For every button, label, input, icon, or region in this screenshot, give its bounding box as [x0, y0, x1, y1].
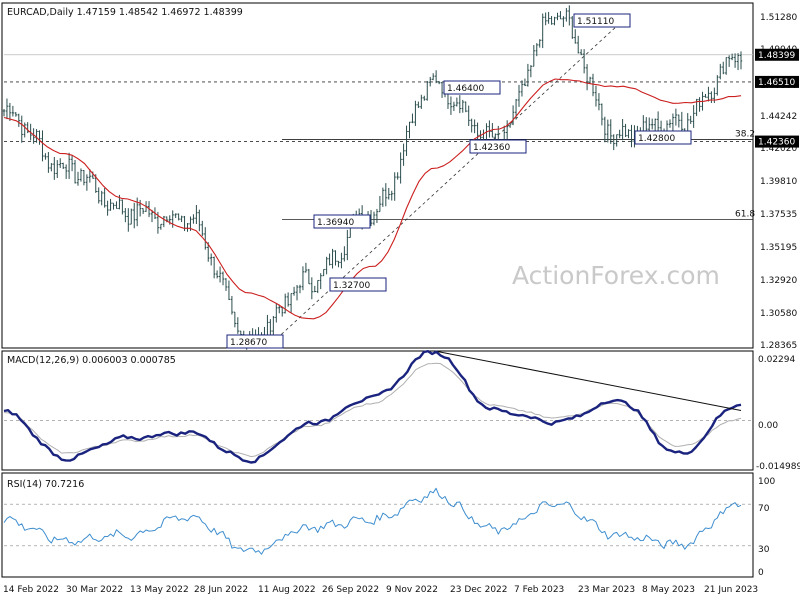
watermark: ActionForex.com [512, 261, 720, 290]
price-y-tick: 1.39810 [760, 177, 797, 187]
price-y-tick: 1.35195 [760, 243, 797, 253]
macd-y-tick: -0.014989 [756, 462, 800, 472]
rsi-y-tick: 0 [758, 568, 764, 578]
annotation-label: 1.28670 [230, 338, 267, 348]
fib-label: 38.2 [735, 129, 755, 139]
level-price-label: 1.42360 [758, 138, 795, 148]
rsi-y-tick: 100 [758, 477, 775, 487]
x-tick: 28 Jun 2022 [194, 585, 248, 595]
annotation-label: 1.42360 [473, 143, 510, 153]
x-tick: 30 Mar 2022 [66, 585, 123, 595]
level-price-label: 1.46510 [758, 78, 795, 88]
x-tick: 23 Dec 2022 [450, 585, 508, 595]
price-y-tick: 1.44242 [760, 112, 797, 122]
chart-window: ActionForex.com EURCAD,Daily 1.47159 1.4… [0, 0, 800, 600]
fib-label: 61.8 [735, 209, 755, 219]
current-price-label: 1.48399 [758, 51, 795, 61]
annotation-label: 1.32700 [333, 281, 370, 291]
x-tick: 8 May 2023 [642, 585, 695, 595]
x-tick: 26 Sep 2022 [322, 585, 379, 595]
rsi-y-tick: 70 [758, 504, 770, 514]
x-tick: 11 Aug 2022 [258, 585, 316, 595]
x-tick: 14 Feb 2022 [3, 585, 59, 595]
annotation-label: 1.42800 [638, 134, 675, 144]
price-y-tick: 1.32920 [760, 276, 797, 286]
annotation-label: 1.36940 [317, 218, 354, 228]
price-y-tick: 1.37535 [760, 210, 797, 220]
rsi-header: RSI(14) 70.7216 [7, 479, 84, 490]
x-tick: 23 Mar 2023 [578, 585, 635, 595]
rsi-y-tick: 30 [758, 545, 770, 555]
price-header: EURCAD,Daily 1.47159 1.48542 1.46972 1.4… [7, 7, 243, 18]
x-tick: 21 Jun 2023 [704, 585, 758, 595]
price-y-tick: 1.51280 [760, 13, 797, 23]
price-y-tick: 1.28365 [760, 341, 797, 351]
x-tick: 9 Nov 2022 [386, 585, 438, 595]
annotation-label: 1.46400 [447, 84, 484, 94]
x-tick: 7 Feb 2023 [514, 585, 564, 595]
macd-header: MACD(12,26,9) 0.006003 0.000785 [7, 355, 176, 366]
chart-svg: ActionForex.com EURCAD,Daily 1.47159 1.4… [0, 0, 800, 600]
price-y-tick: 1.30580 [760, 309, 797, 319]
x-tick: 13 May 2022 [130, 585, 189, 595]
annotation-label: 1.51110 [577, 17, 614, 27]
macd-y-tick: 0.02294 [758, 355, 795, 365]
macd-y-tick: 0.00 [758, 421, 778, 431]
